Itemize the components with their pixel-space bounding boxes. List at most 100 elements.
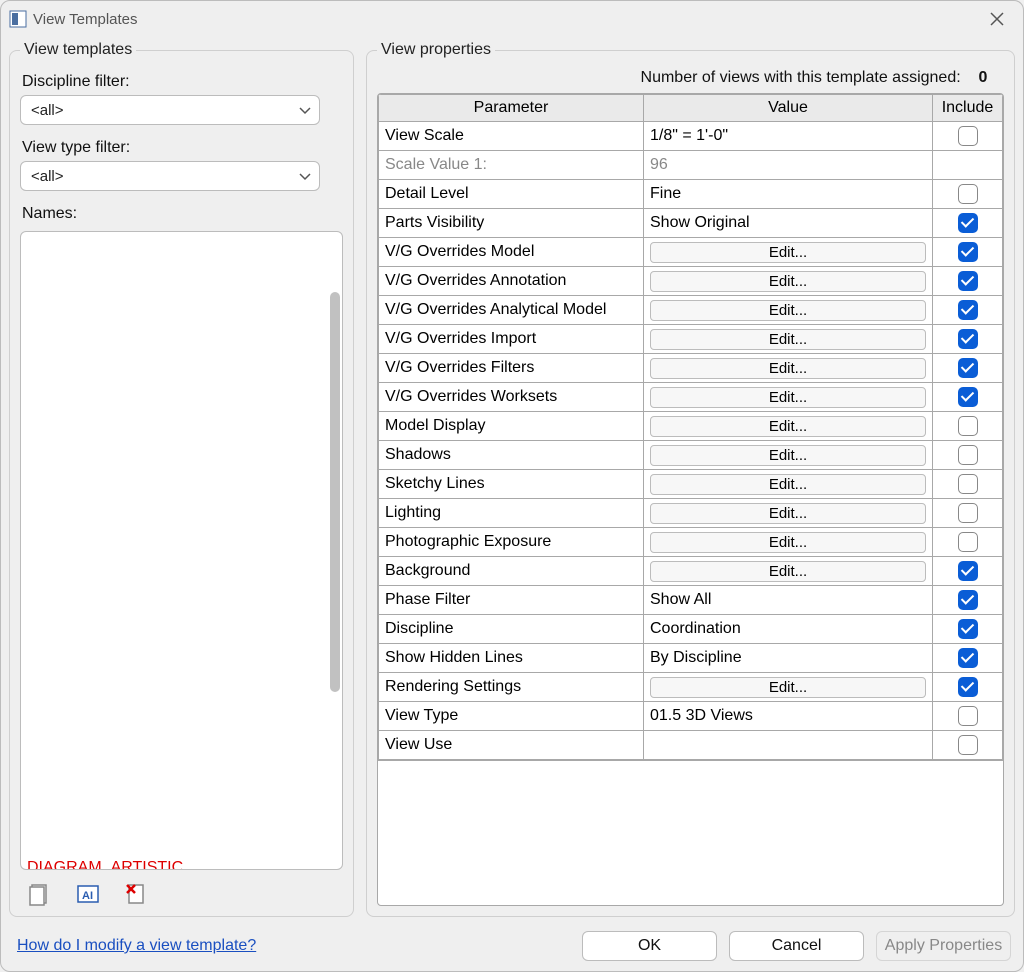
- include-cell: [933, 470, 1003, 499]
- view-templates-panel: View templates Discipline filter: <all> …: [9, 41, 354, 917]
- value-cell[interactable]: Coordination: [644, 615, 933, 644]
- edit-button[interactable]: Edit...: [650, 300, 926, 321]
- parameter-cell: Rendering Settings: [379, 673, 644, 702]
- view-templates-dialog: View Templates View templates Discipline…: [0, 0, 1024, 972]
- assigned-count-line: Number of views with this template assig…: [377, 67, 1004, 93]
- parameter-cell: Discipline: [379, 615, 644, 644]
- ok-button[interactable]: OK: [582, 931, 717, 961]
- include-checkbox[interactable]: [958, 561, 978, 581]
- rename-template-icon[interactable]: AI: [76, 882, 100, 906]
- value-cell[interactable]: By Discipline: [644, 644, 933, 673]
- table-row: V/G Overrides ModelEdit...: [379, 238, 1003, 267]
- column-header-value[interactable]: Value: [644, 95, 933, 122]
- edit-button[interactable]: Edit...: [650, 416, 926, 437]
- include-checkbox[interactable]: [958, 503, 978, 523]
- include-checkbox[interactable]: [958, 126, 978, 146]
- new-template-icon[interactable]: [28, 882, 52, 906]
- include-checkbox[interactable]: [958, 213, 978, 233]
- edit-button[interactable]: Edit...: [650, 358, 926, 379]
- names-listbox[interactable]: DIAGRAM_ARTISTIC: [20, 231, 343, 870]
- include-cell: [933, 209, 1003, 238]
- include-checkbox[interactable]: [958, 677, 978, 697]
- value-cell: Edit...: [644, 296, 933, 325]
- include-checkbox[interactable]: [958, 387, 978, 407]
- value-cell[interactable]: Show All: [644, 586, 933, 615]
- help-link[interactable]: How do I modify a view template?: [17, 937, 256, 955]
- value-cell[interactable]: Fine: [644, 180, 933, 209]
- include-checkbox[interactable]: [958, 735, 978, 755]
- value-cell[interactable]: 96: [644, 151, 933, 180]
- names-label: Names:: [22, 205, 343, 223]
- value-cell: Edit...: [644, 499, 933, 528]
- include-checkbox[interactable]: [958, 242, 978, 262]
- edit-button[interactable]: Edit...: [650, 532, 926, 553]
- column-header-include[interactable]: Include: [933, 95, 1003, 122]
- value-cell: Edit...: [644, 325, 933, 354]
- include-checkbox[interactable]: [958, 445, 978, 465]
- value-cell: Edit...: [644, 267, 933, 296]
- include-cell: [933, 557, 1003, 586]
- include-cell: [933, 528, 1003, 557]
- edit-button[interactable]: Edit...: [650, 242, 926, 263]
- value-cell[interactable]: 01.5 3D Views: [644, 702, 933, 731]
- table-row: V/G Overrides Analytical Model Edit...: [379, 296, 1003, 325]
- edit-button[interactable]: Edit...: [650, 561, 926, 582]
- close-button[interactable]: [981, 7, 1013, 31]
- value-cell: Edit...: [644, 470, 933, 499]
- include-checkbox[interactable]: [958, 358, 978, 378]
- edit-button[interactable]: Edit...: [650, 677, 926, 698]
- include-checkbox[interactable]: [958, 271, 978, 291]
- parameter-cell: V/G Overrides Analytical Model: [379, 296, 644, 325]
- table-row: View Type01.5 3D Views: [379, 702, 1003, 731]
- cancel-button[interactable]: Cancel: [729, 931, 864, 961]
- parameter-cell: Parts Visibility: [379, 209, 644, 238]
- delete-template-icon[interactable]: [124, 882, 148, 906]
- table-row: Parts VisibilityShow Original: [379, 209, 1003, 238]
- parameter-cell: V/G Overrides Filters: [379, 354, 644, 383]
- include-checkbox[interactable]: [958, 648, 978, 668]
- value-cell[interactable]: 1/8" = 1'-0": [644, 122, 933, 151]
- include-checkbox[interactable]: [958, 329, 978, 349]
- include-checkbox[interactable]: [958, 300, 978, 320]
- include-checkbox[interactable]: [958, 532, 978, 552]
- include-checkbox[interactable]: [958, 416, 978, 436]
- table-row: Phase FilterShow All: [379, 586, 1003, 615]
- chevron-down-icon: [299, 102, 311, 119]
- edit-button[interactable]: Edit...: [650, 503, 926, 524]
- parameter-cell: V/G Overrides Import: [379, 325, 644, 354]
- discipline-filter-value: <all>: [31, 102, 64, 119]
- discipline-filter-combo[interactable]: <all>: [20, 95, 320, 125]
- names-list-item[interactable]: DIAGRAM_ARTISTIC: [27, 859, 297, 869]
- value-cell[interactable]: Show Original: [644, 209, 933, 238]
- table-row: ShadowsEdit...: [379, 441, 1003, 470]
- include-checkbox[interactable]: [958, 184, 978, 204]
- table-row: Rendering Settings Edit...: [379, 673, 1003, 702]
- apply-properties-button[interactable]: Apply Properties: [876, 931, 1011, 961]
- viewtype-filter-combo[interactable]: <all>: [20, 161, 320, 191]
- include-checkbox[interactable]: [958, 619, 978, 639]
- edit-button[interactable]: Edit...: [650, 271, 926, 292]
- window-title: View Templates: [33, 11, 981, 28]
- viewtype-filter-label: View type filter:: [22, 139, 343, 157]
- include-cell: [933, 702, 1003, 731]
- include-checkbox[interactable]: [958, 590, 978, 610]
- table-row: Detail LevelFine: [379, 180, 1003, 209]
- edit-button[interactable]: Edit...: [650, 387, 926, 408]
- edit-button[interactable]: Edit...: [650, 474, 926, 495]
- parameter-cell: View Use: [379, 731, 644, 760]
- value-cell: Edit...: [644, 238, 933, 267]
- column-header-parameter[interactable]: Parameter: [379, 95, 644, 122]
- table-row: Show Hidden LinesBy Discipline: [379, 644, 1003, 673]
- value-cell[interactable]: [644, 731, 933, 760]
- value-cell: Edit...: [644, 383, 933, 412]
- app-icon: [9, 10, 27, 28]
- include-cell: [933, 383, 1003, 412]
- include-checkbox[interactable]: [958, 474, 978, 494]
- include-cell: [933, 296, 1003, 325]
- table-row: Scale Value 1:96: [379, 151, 1003, 180]
- scrollbar[interactable]: [330, 292, 340, 692]
- include-checkbox[interactable]: [958, 706, 978, 726]
- edit-button[interactable]: Edit...: [650, 445, 926, 466]
- include-cell: [933, 267, 1003, 296]
- edit-button[interactable]: Edit...: [650, 329, 926, 350]
